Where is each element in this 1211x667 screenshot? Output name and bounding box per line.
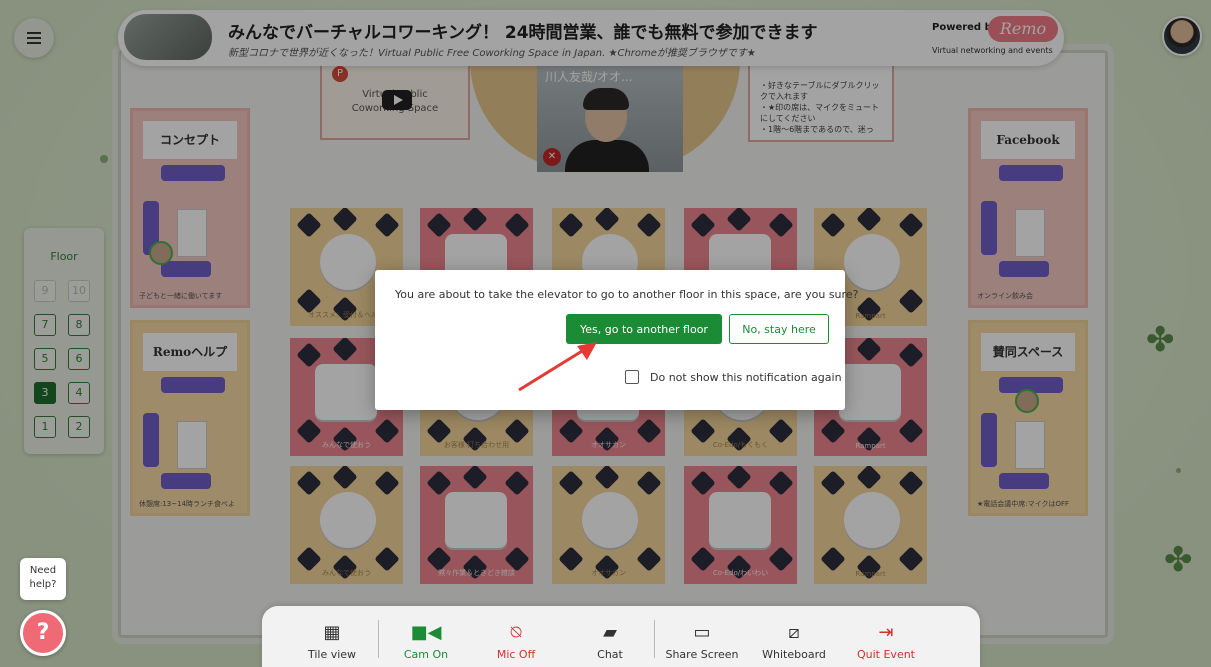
tool-label: Mic Off <box>496 648 536 661</box>
help-button[interactable]: ? <box>20 610 66 656</box>
elevator-confirm-dialog: You are about to take the elevator to go… <box>375 270 858 410</box>
dialog-message: You are about to take the elevator to go… <box>395 288 859 301</box>
share-screen-icon: ▭ <box>693 622 711 643</box>
tile-view-button[interactable]: ▦ Tile view <box>292 622 372 661</box>
tool-label: Tile view <box>307 648 357 661</box>
tool-label: Quit Event <box>856 648 915 661</box>
divider <box>378 620 379 658</box>
red-arrow-annotation <box>518 342 597 392</box>
divider <box>654 620 655 658</box>
camera-icon: ■◀ <box>410 622 442 643</box>
help-text: help? <box>29 579 57 590</box>
stay-here-button[interactable]: No, stay here <box>729 314 829 344</box>
mic-toggle-button[interactable]: ⍉ Mic Off <box>476 622 556 661</box>
bottom-toolbar: ▦ Tile view ■◀ Cam On ⍉ Mic Off ▰ Chat ▭… <box>262 606 980 667</box>
tool-label: Cam On <box>403 648 449 661</box>
exit-icon: ⇥ <box>878 622 894 643</box>
grid-icon: ▦ <box>323 622 341 643</box>
share-screen-button[interactable]: ▭ Share Screen <box>662 622 742 661</box>
tool-label: Share Screen <box>665 648 739 661</box>
dont-show-again-checkbox[interactable] <box>625 370 639 384</box>
whiteboard-button[interactable]: ⧄ Whiteboard <box>754 622 834 661</box>
cam-toggle-button[interactable]: ■◀ Cam On <box>386 622 466 661</box>
chat-button[interactable]: ▰ Chat <box>570 622 650 661</box>
help-text: Need <box>29 565 57 576</box>
chat-icon: ▰ <box>603 622 617 643</box>
help-tooltip: Need help? <box>20 558 66 600</box>
whiteboard-icon: ⧄ <box>788 622 800 643</box>
quit-event-button[interactable]: ⇥ Quit Event <box>846 622 926 661</box>
tool-label: Whiteboard <box>762 648 826 661</box>
tool-label: Chat <box>597 648 623 661</box>
dont-show-again-label[interactable]: Do not show this notification again <box>650 371 842 384</box>
mic-off-icon: ⍉ <box>510 622 522 643</box>
